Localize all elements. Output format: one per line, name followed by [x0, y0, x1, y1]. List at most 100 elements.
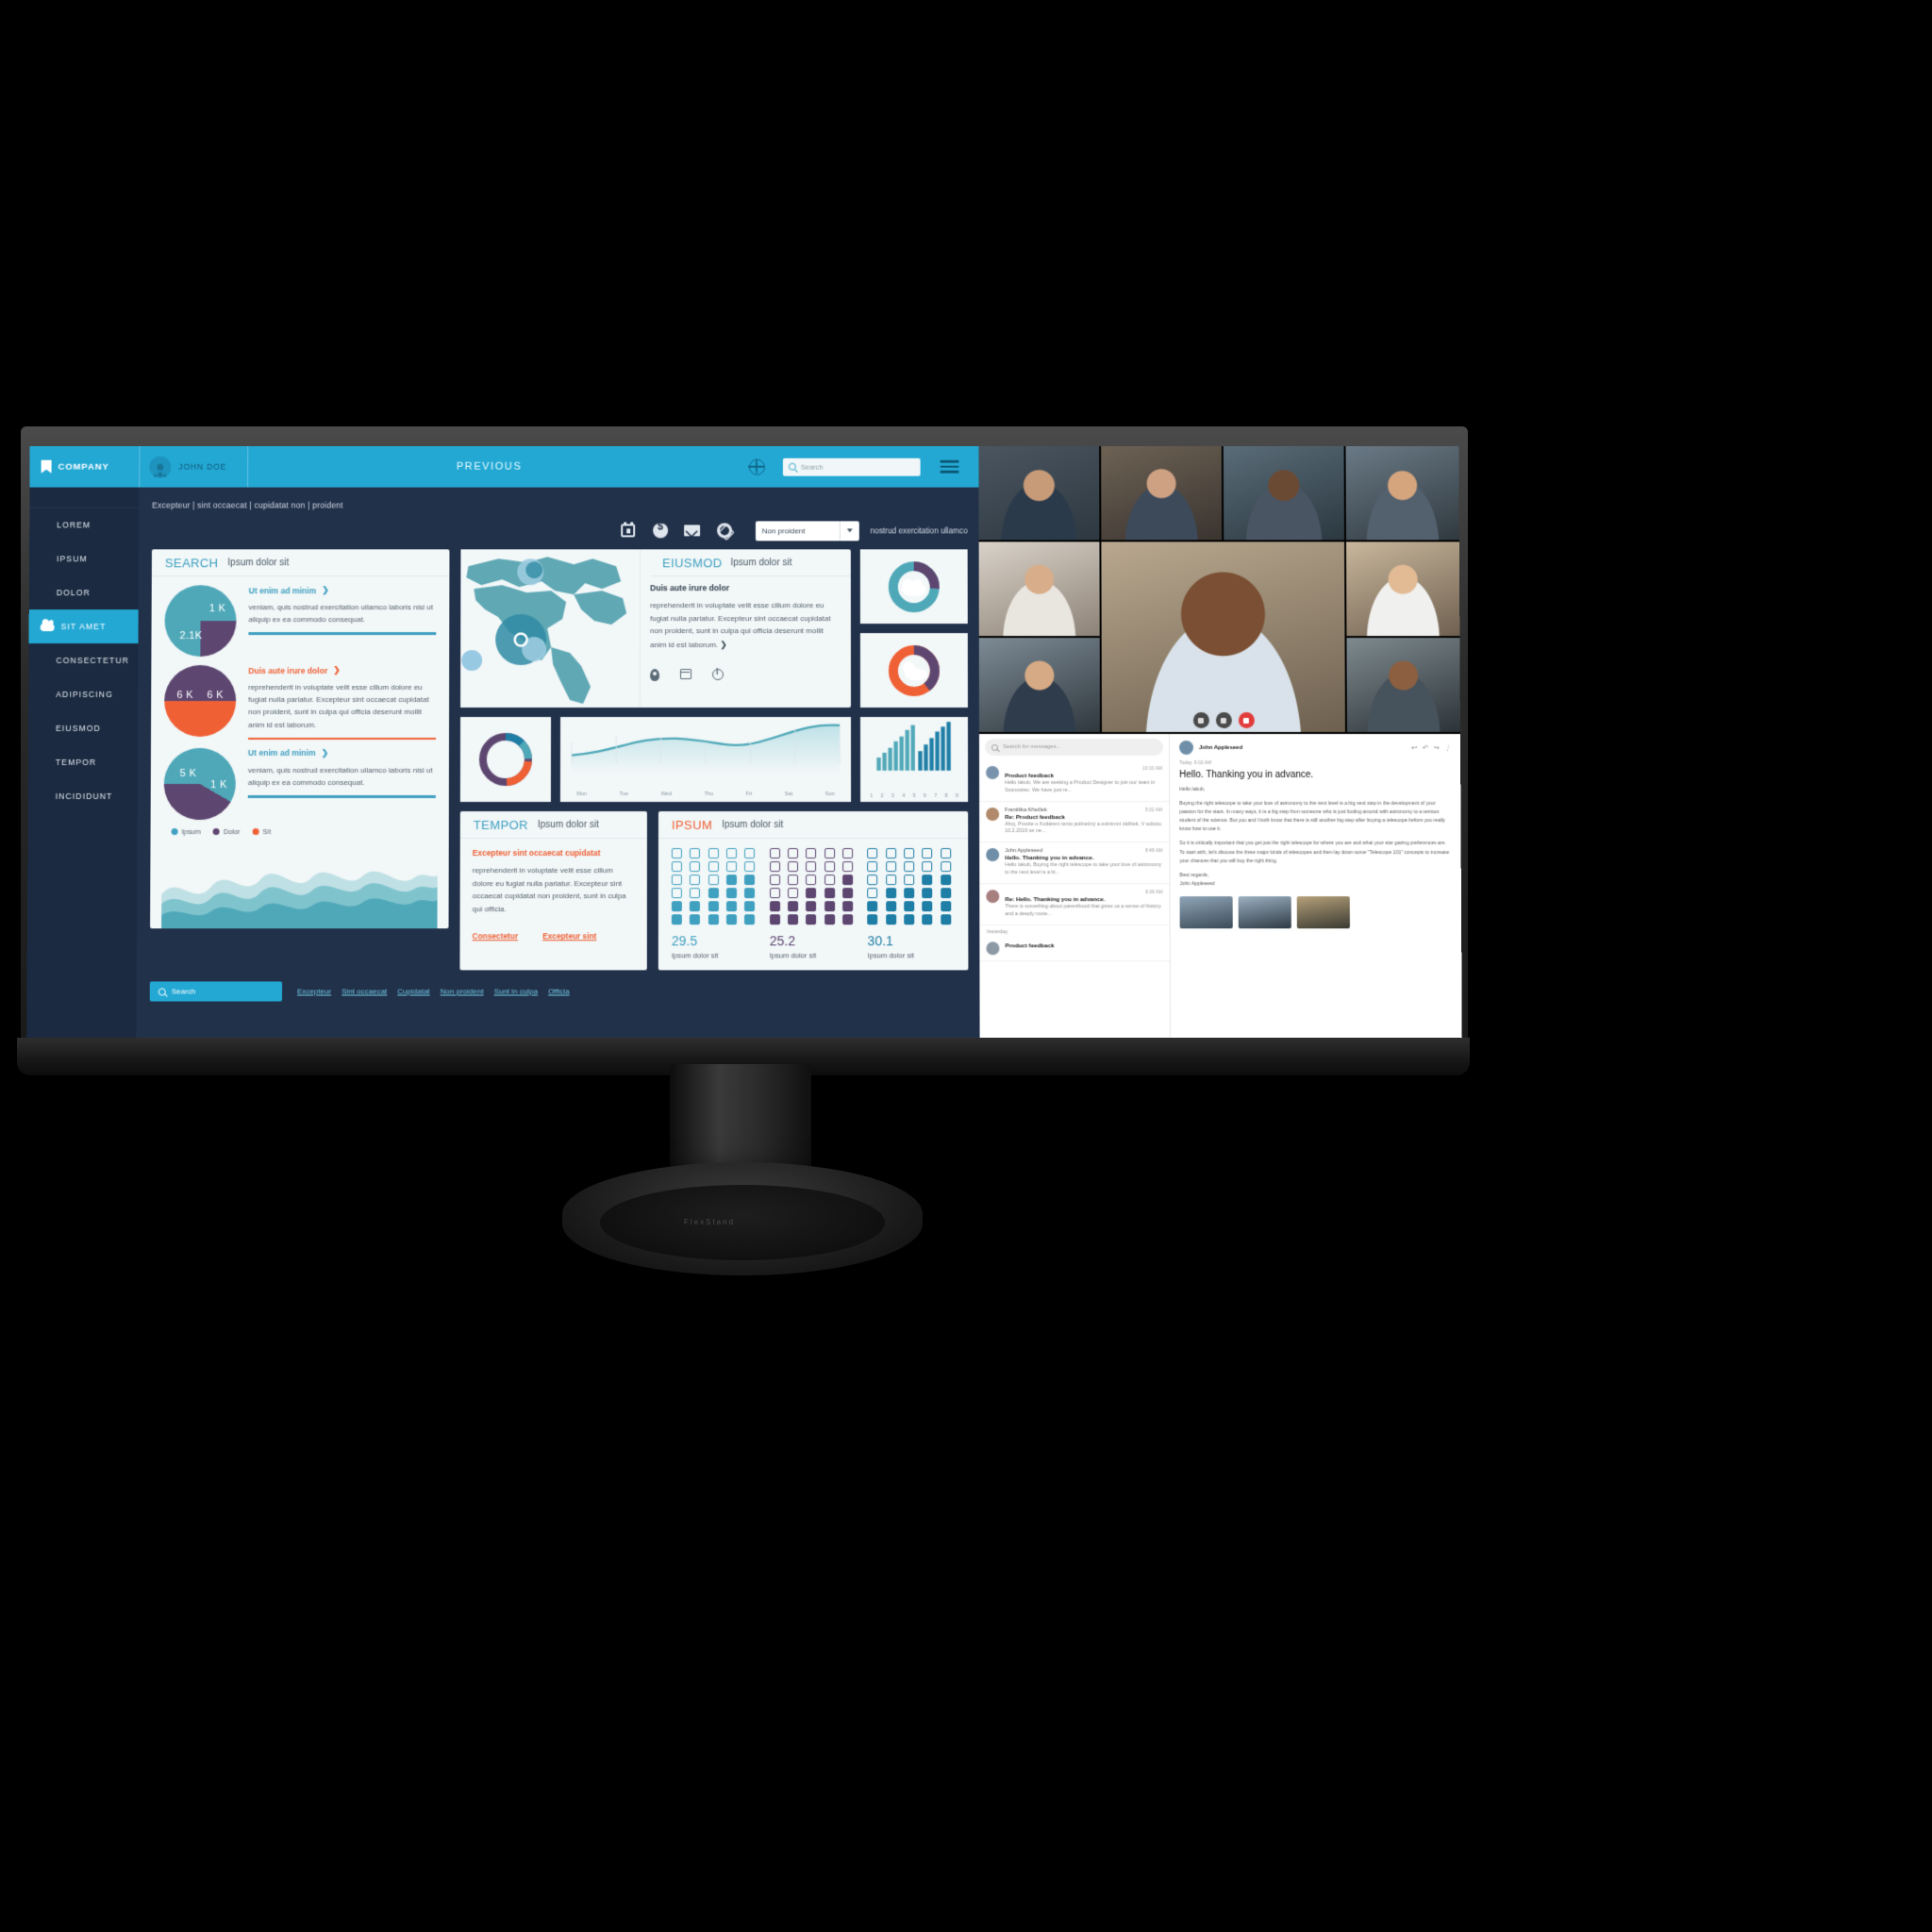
sidebar-item-tempor[interactable]: TEMPOR [28, 745, 138, 779]
sidebar-item-label: CONSECTETUR [56, 656, 129, 666]
video-icon[interactable] [1215, 712, 1232, 729]
reply-all-icon[interactable]: ↶ [1422, 743, 1427, 751]
axis-label: 2 [880, 793, 884, 800]
bottom-cards-row: TEMPOR Ipsum dolor sit Excepteur sint oc… [459, 811, 969, 971]
footer-link[interactable]: Sunt in culpa [494, 987, 538, 995]
dot-matrix [671, 848, 760, 925]
topbar-title: PREVIOUS [456, 460, 523, 473]
participant-tile[interactable] [1345, 445, 1459, 541]
pie-slice-label: 6 K [176, 689, 194, 701]
footer-link[interactable]: Excepteur [297, 987, 331, 995]
stand-logo-label: FlexStand [684, 1218, 736, 1226]
calendar-button[interactable] [612, 524, 644, 538]
stat-row: 1 K 5 K Ut enim ad minim ❯ veniam, quis n… [150, 735, 449, 833]
list-item[interactable]: John Appleseed 8:48 AM Hello. Thanking yo… [979, 842, 1170, 885]
link-consectetur[interactable]: Consectetur [473, 932, 519, 941]
sidebar-item-label: INCIDIDUNT [55, 791, 113, 802]
footer-link[interactable]: Cupidatat [397, 987, 429, 995]
legend-item: Ipsum [171, 826, 201, 836]
forward-icon[interactable]: ↪ [1433, 743, 1439, 751]
tempor-links: Consectetur Excepteur sint [460, 916, 647, 952]
menu-button[interactable] [921, 460, 979, 474]
reader-paragraph: Buying the right telescope to take your … [1179, 801, 1445, 833]
reader-paragraph: So it is critically important that you g… [1179, 841, 1450, 864]
user-menu[interactable]: JOHN DOE [140, 456, 247, 478]
attachment-thumb[interactable] [1296, 896, 1350, 929]
participant-tile[interactable] [978, 541, 1100, 637]
sidebar-item-incididunt[interactable]: INCIDIDUNT [28, 779, 138, 813]
list-item[interactable]: 10:10 AM Product feedback Hello Iakub, W… [979, 759, 1170, 802]
message-time: 9:32 AM [1144, 807, 1163, 813]
list-item[interactable]: Františka Křtečlek 9:32 AM Re: Product fe… [979, 801, 1170, 843]
participant-tile[interactable] [1223, 445, 1344, 541]
list-item[interactable]: 8:36 AM Re: Hello. Thanking you in advan… [979, 884, 1170, 925]
sidebar-item-sit-amet[interactable]: SIT AMET [28, 609, 139, 644]
message-time: 10:10 AM [1141, 766, 1163, 773]
location-pin-icon[interactable] [650, 669, 660, 682]
footer-link[interactable]: Officia [548, 987, 570, 995]
message-search-input[interactable]: Search for messages... [984, 739, 1164, 756]
main-content: Excepteur | sint occaecat | cupidatat no… [136, 487, 980, 1039]
link-excepteur-sint[interactable]: Excepteur sint [542, 932, 596, 941]
stat-value: 25.2 [769, 933, 796, 949]
participant-tile[interactable] [1346, 541, 1460, 637]
chevron-right-icon: ❯ [333, 665, 341, 675]
info-icon[interactable] [712, 669, 724, 681]
world-map[interactable] [460, 549, 641, 708]
search-placeholder: Search [800, 462, 824, 472]
more-icon[interactable]: ⋮ [1444, 743, 1451, 751]
footer-link[interactable]: Non proident [441, 987, 484, 995]
mic-icon[interactable] [1192, 712, 1209, 729]
reply-icon[interactable]: ↩ [1410, 743, 1416, 751]
message-subject: Product feedback [1005, 773, 1055, 780]
search-icon [158, 987, 166, 995]
card-subtitle: Ipsum dolor sit [537, 819, 599, 830]
settings-button[interactable] [708, 523, 741, 539]
search-input[interactable]: Search [782, 458, 921, 476]
sidebar-item-ipsum[interactable]: IPSUM [29, 541, 139, 575]
message-search-placeholder: Search for messages... [1003, 743, 1061, 750]
language-button[interactable] [730, 458, 783, 475]
end-call-icon[interactable] [1238, 712, 1255, 729]
legend-label: Ipsum [181, 826, 201, 836]
sidebar-item-consectetur[interactable]: CONSECTETUR [28, 643, 138, 677]
axis-label: 8 [944, 793, 948, 800]
right-pane: Search for messages... 10:10 AM Product … [978, 445, 1462, 1039]
active-speaker-tile[interactable] [1101, 541, 1345, 733]
footer-link[interactable]: Sint occaecat [341, 987, 387, 995]
card-title: EIUSMOD [662, 555, 723, 570]
axis-label: 5 [912, 793, 916, 800]
company-logo[interactable]: COMPANY [30, 460, 140, 474]
footer-search-button[interactable]: Search [149, 981, 283, 1002]
message-sender: Františka Křtečlek [1005, 807, 1047, 813]
card-subtitle: Ipsum dolor sit [227, 557, 290, 568]
axis-label: 9 [955, 793, 958, 800]
attachment-thumb[interactable] [1179, 896, 1233, 929]
participant-tile[interactable] [1346, 638, 1460, 733]
reader-title: Hello. Thanking you in advance. [1179, 770, 1314, 781]
billing-button[interactable] [644, 523, 676, 539]
card-subtitle: Ipsum dolor sit [722, 819, 784, 830]
legend-swatch [252, 827, 259, 835]
participant-tile[interactable] [978, 445, 1100, 541]
monitor-stand-base-inner [600, 1185, 885, 1260]
sidebar-item-lorem[interactable]: LOREM [29, 508, 139, 541]
axis-label: Sun [824, 791, 835, 798]
list-item[interactable]: Product feedback [979, 935, 1170, 961]
legend-label: Sit [262, 826, 272, 836]
message-subject: Product feedback [1005, 941, 1055, 949]
filter-value: Non proident [761, 525, 806, 535]
line-chart-card: Mon Tue Wed Thu Fri Sat Sun [559, 717, 852, 803]
stat-row: 6 K 6 K Duis aute irure dolor ❯ reprehend… [151, 657, 449, 740]
sidebar-item-dolor[interactable]: DOLOR [29, 575, 139, 609]
participant-tile[interactable] [1101, 445, 1223, 541]
calendar-icon[interactable] [680, 669, 692, 680]
sidebar-item-eiusmod[interactable]: EIUSMOD [28, 711, 138, 745]
mail-button[interactable] [676, 525, 708, 537]
sidebar-item-adipiscing[interactable]: ADIPISCING [28, 677, 138, 711]
sidebar-item-label: EIUSMOD [56, 724, 101, 734]
participant-tile[interactable] [978, 638, 1100, 733]
attachment-thumb[interactable] [1238, 896, 1291, 929]
dollar-icon [652, 523, 668, 539]
filter-select[interactable]: Non proident [755, 520, 859, 541]
